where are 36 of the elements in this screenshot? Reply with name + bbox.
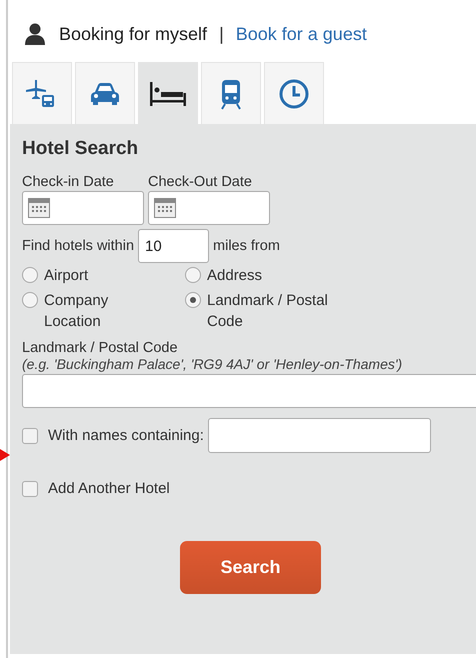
train-icon bbox=[219, 78, 243, 110]
booking-self-label: Booking for myself bbox=[59, 24, 208, 44]
radio-button[interactable] bbox=[22, 292, 38, 308]
bed-icon bbox=[150, 82, 186, 106]
checkbox-label: With names containing: bbox=[48, 427, 204, 444]
unit-label: miles from bbox=[213, 238, 280, 254]
field-label: Check-Out Date bbox=[148, 174, 253, 190]
field-label: Landmark / Postal Code bbox=[22, 340, 179, 356]
calendar-icon bbox=[154, 198, 176, 218]
distance-field[interactable]: 10 bbox=[138, 229, 210, 263]
hint-text: (e.g. 'Buckingham Palace', 'RG9 4AJ' or 'Henley-on-Thames') bbox=[22, 356, 404, 372]
radio-label: Airport bbox=[44, 266, 88, 286]
person-icon bbox=[25, 23, 45, 45]
radio-button[interactable] bbox=[22, 267, 38, 283]
landmark-field[interactable] bbox=[22, 374, 476, 408]
date-field[interactable] bbox=[148, 191, 270, 225]
search-button[interactable]: Search bbox=[180, 541, 321, 594]
checkbox[interactable] bbox=[22, 480, 38, 496]
checkbox[interactable] bbox=[22, 428, 38, 444]
radio-label: Company Location bbox=[44, 291, 110, 332]
date-field[interactable] bbox=[22, 191, 144, 225]
within-label: Find hotels within bbox=[22, 238, 134, 254]
guest-link[interactable]: Book for a guest bbox=[236, 24, 367, 44]
calendar-icon bbox=[28, 198, 50, 218]
radio-button[interactable] bbox=[185, 267, 201, 283]
radio-label: Address bbox=[207, 266, 262, 286]
mode-tab[interactable] bbox=[138, 62, 198, 124]
radio-button[interactable] bbox=[185, 292, 201, 308]
clock-icon bbox=[278, 78, 310, 110]
checkbox-label: Add Another Hotel bbox=[48, 480, 170, 497]
panel-title: Hotel Search bbox=[22, 138, 140, 160]
field-label: Check-in Date bbox=[22, 174, 115, 190]
pointer-icon bbox=[0, 449, 10, 461]
separator: | bbox=[219, 24, 224, 44]
name-field[interactable] bbox=[208, 418, 431, 453]
radio-label: Landmark / Postal Code bbox=[207, 291, 329, 332]
